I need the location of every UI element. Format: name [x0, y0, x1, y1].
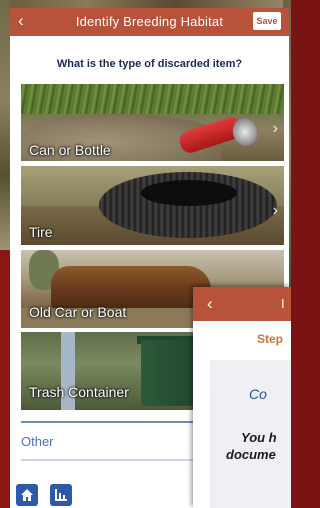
option-other[interactable]: Other	[21, 421, 201, 461]
grass-image	[21, 84, 284, 114]
option-label: Trash Container	[29, 384, 129, 400]
tire-hole-image	[141, 180, 237, 206]
overlay-screen: ‹ I Step Co You h docume	[193, 287, 291, 508]
background-photo-left	[0, 0, 10, 250]
overlay-header-bar: ‹ I	[193, 287, 291, 321]
bar-chart-icon	[55, 489, 67, 501]
chevron-right-icon: ›	[272, 202, 278, 219]
option-label: Tire	[29, 224, 53, 240]
question-text: What is the type of discarded item?	[56, 58, 243, 70]
option-tire[interactable]: Tire ›	[21, 166, 284, 245]
background-photo-top	[0, 0, 291, 8]
overlay-title: I	[281, 296, 285, 311]
chevron-left-icon[interactable]: ‹	[207, 294, 213, 314]
overlay-message-line: docume	[226, 447, 276, 462]
save-button[interactable]: Save	[253, 12, 281, 30]
header-bar: ‹ Identify Breeding Habitat Save	[10, 8, 289, 36]
home-button[interactable]	[16, 484, 38, 506]
option-can-or-bottle[interactable]: Can or Bottle ›	[21, 84, 284, 161]
page-title: Identify Breeding Habitat	[75, 14, 224, 29]
chevron-right-icon: ›	[272, 120, 278, 137]
overlay-message-line: You h	[241, 430, 277, 445]
option-label: Old Car or Boat	[29, 304, 127, 320]
option-label: Can or Bottle	[29, 142, 111, 158]
home-icon	[21, 489, 33, 501]
other-label: Other	[21, 434, 54, 449]
chart-button[interactable]	[50, 484, 72, 506]
step-indicator: Step	[257, 332, 284, 346]
overlay-heading: Co	[249, 386, 267, 402]
